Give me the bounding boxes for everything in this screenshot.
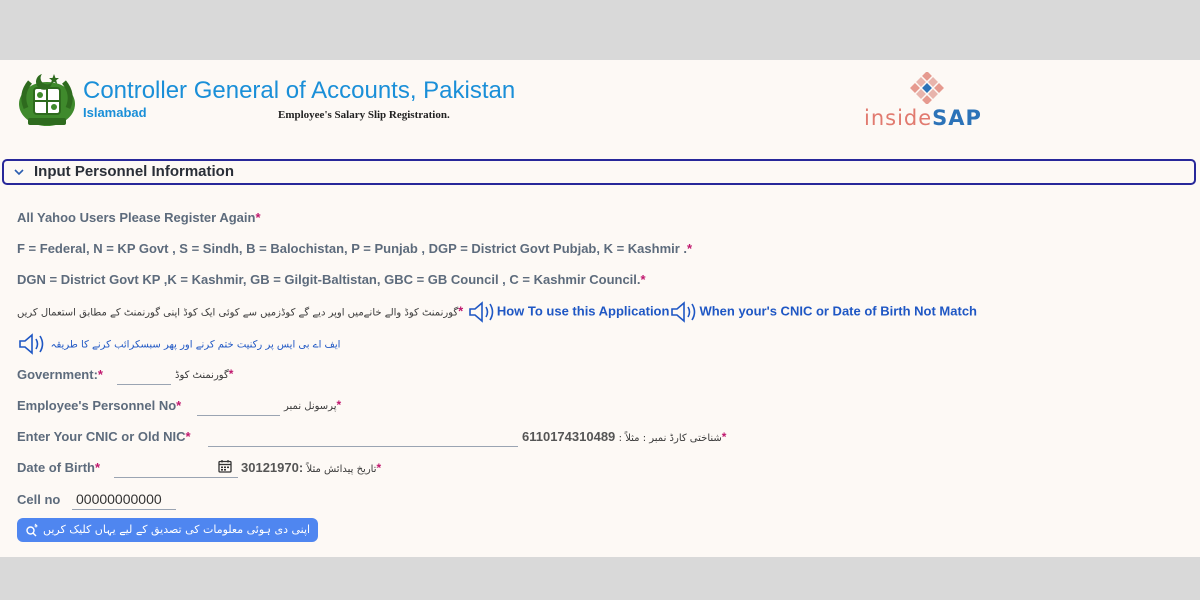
dob-example-hint: 30121970: تاریخ پیدائش مثلاً*	[241, 460, 381, 475]
cell-number-input[interactable]	[72, 488, 176, 510]
personnel-urdu-text: پرسونل نمبر	[284, 401, 337, 412]
codes-line2-text: DGN = District Govt KP ,K = Kashmir, GB …	[17, 272, 641, 287]
urdu-code-hint: گورنمنٹ کوڈ والے خانےمیں اوپر دیے گے کوڈ…	[17, 307, 459, 319]
notice-codes-line1: F = Federal, N = KP Govt , S = Sindh, B …	[17, 241, 692, 256]
required-star: *	[97, 367, 103, 382]
section-title: Input Personnel Information	[34, 163, 235, 180]
personnel-number-input[interactable]	[197, 394, 280, 416]
cell-row: Cell no	[17, 488, 317, 512]
cnic-example-hint: 6110174310489 : شناختی کارڈ نمبر : مثلاً…	[522, 429, 726, 444]
notice-yahoo-text: All Yahoo Users Please Register Again	[17, 210, 256, 225]
required-star: *	[228, 367, 234, 381]
required-star: *	[376, 461, 382, 475]
required-star: *	[185, 429, 191, 444]
personnel-row: Employee's Personnel No* پرسونل نمبر*	[17, 394, 517, 418]
section-input-personnel[interactable]: Input Personnel Information	[2, 159, 1196, 185]
sap-logo-icon	[910, 72, 944, 104]
header: Controller General of Accounts, Pakistan…	[0, 60, 1200, 155]
speaker-icon[interactable]	[467, 300, 497, 324]
required-star: *	[176, 398, 182, 413]
dob-row: Date of Birth* 30121970: تاریخ پیدائش مث…	[17, 456, 617, 480]
government-label-text: Government:	[17, 367, 98, 382]
help-links-row: گورنمنٹ کوڈ والے خانےمیں اوپر دیے گے کوڈ…	[17, 300, 977, 324]
required-star: *	[458, 303, 464, 319]
verify-info-button[interactable]: اپنی دی ہوئی معلومات کی تصدیق کے لیے یہا…	[17, 518, 318, 542]
dob-urdu-text: تاریخ پیدائش مثلاً	[306, 464, 377, 475]
personnel-label: Employee's Personnel No*	[17, 398, 181, 413]
org-city: Islamabad	[83, 105, 147, 120]
personnel-urdu-hint: پرسونل نمبر*	[284, 398, 341, 412]
notice-yahoo: All Yahoo Users Please Register Again*	[17, 210, 261, 225]
speaker-icon[interactable]	[17, 332, 47, 356]
cnic-label-text: Enter Your CNIC or Old NIC	[17, 429, 186, 444]
required-star: *	[255, 210, 261, 225]
codes-line1-text: F = Federal, N = KP Govt , S = Sindh, B …	[17, 241, 688, 256]
cnic-label: Enter Your CNIC or Old NIC*	[17, 429, 191, 444]
cell-label: Cell no	[17, 492, 61, 507]
link-cnic-mismatch[interactable]: When your's CNIC or Date of Birth Not Ma…	[699, 303, 977, 318]
government-label: Government:*	[17, 367, 103, 382]
cnic-row: Enter Your CNIC or Old NIC* 611017431048…	[17, 425, 917, 449]
speaker-icon[interactable]	[669, 300, 699, 324]
government-row: Government:* گورنمنٹ کوڈ*	[17, 363, 417, 387]
urdu-unsubscribe-link[interactable]: ایف اے بی ایس پر رکنیت ختم کرنے اور پھر …	[51, 339, 341, 350]
link-how-to-use[interactable]: How To use this Application	[497, 303, 670, 318]
required-star: *	[721, 430, 727, 444]
personnel-label-text: Employee's Personnel No	[17, 398, 177, 413]
sap-brand: insideSAP	[864, 106, 982, 130]
required-star: *	[687, 241, 693, 256]
page-subtitle: Employee's Salary Slip Registration.	[278, 109, 450, 121]
government-input[interactable]	[117, 363, 171, 385]
emblem-icon	[19, 74, 75, 126]
cnic-example-number: 6110174310489	[522, 429, 616, 444]
brand-inside: inside	[864, 106, 933, 130]
page: Controller General of Accounts, Pakistan…	[0, 60, 1200, 557]
required-star: *	[640, 272, 646, 287]
dob-label: Date of Birth*	[17, 460, 100, 475]
notice-codes-line2: DGN = District Govt KP ,K = Kashmir, GB …	[17, 272, 646, 287]
brand-sap: SAP	[932, 106, 982, 130]
verify-button-label: اپنی دی ہوئی معلومات کی تصدیق کے لیے یہا…	[43, 523, 311, 536]
government-urdu-hint: گورنمنٹ کوڈ*	[175, 367, 233, 381]
search-key-icon	[26, 523, 38, 537]
cnic-input[interactable]	[208, 425, 518, 447]
government-urdu-text: گورنمنٹ کوڈ	[175, 370, 229, 381]
org-title: Controller General of Accounts, Pakistan	[83, 77, 516, 104]
fbr-help-row: ایف اے بی ایس پر رکنیت ختم کرنے اور پھر …	[17, 332, 340, 356]
required-star: *	[336, 398, 342, 412]
required-star: *	[95, 460, 101, 475]
dob-example-number: 30121970:	[241, 460, 304, 475]
dob-label-text: Date of Birth	[17, 460, 95, 475]
cnic-urdu-text: : شناختی کارڈ نمبر : مثلاً	[618, 433, 722, 444]
chevron-down-icon[interactable]	[12, 165, 26, 179]
calendar-icon[interactable]	[218, 459, 232, 473]
